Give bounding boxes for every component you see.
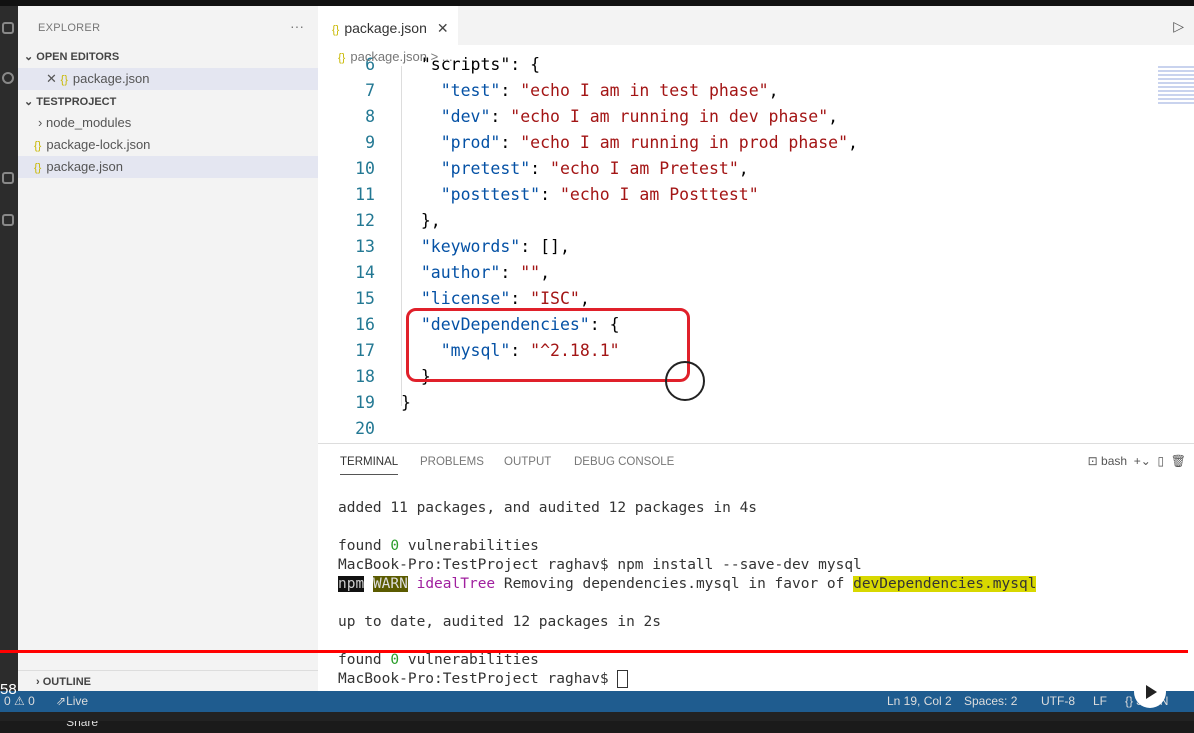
terminal-icon: ⊡ [1087, 454, 1098, 468]
file-item[interactable]: {} package.json [18, 156, 318, 178]
section-label: OPEN EDITORS [36, 51, 120, 63]
extensions-icon[interactable] [2, 214, 14, 226]
close-icon[interactable]: ✕ [437, 20, 449, 36]
file-item[interactable]: {} package-lock.json [18, 134, 318, 156]
add-terminal-icon[interactable]: +⌄ [1134, 454, 1151, 468]
file-label: package.json [46, 159, 123, 174]
cursor-position[interactable]: Ln 19, Col 2 [887, 691, 952, 712]
mouse-cursor-indicator [665, 361, 705, 401]
terminal-line: up to date, audited 12 packages in 2s [338, 614, 662, 630]
outline-section[interactable]: › OUTLINE [18, 670, 318, 692]
terminal-line: npm WARN idealTree Removing dependencies… [338, 576, 1037, 592]
live-share-status[interactable]: ⇗ Live Share [56, 691, 98, 729]
open-editors-section[interactable]: ⌄ OPEN EDITORS [18, 46, 318, 68]
tab-label: package.json [344, 20, 427, 36]
line-number: 15 [355, 289, 375, 308]
line-number: 14 [355, 263, 375, 282]
file-label: node_modules [45, 115, 132, 130]
json-icon: {} [34, 140, 42, 152]
split-icon[interactable]: ▯ [1157, 454, 1164, 468]
project-section[interactable]: ⌄ TESTPROJECT [18, 91, 318, 113]
line-number: 16 [355, 315, 375, 334]
tab-output[interactable]: OUTPUT [504, 456, 551, 468]
code-line: "prod": "echo I am running in prod phase… [401, 133, 858, 152]
code-line: }, [401, 211, 441, 230]
file-label: package-lock.json [46, 137, 151, 152]
line-number: 12 [355, 211, 375, 230]
terminal-prompt[interactable]: MacBook-Pro:TestProject raghav$ [338, 670, 629, 688]
section-label: OUTLINE [42, 676, 92, 688]
indent-guide [401, 66, 402, 406]
line-number: 20 [355, 419, 375, 438]
line-number: 10 [355, 159, 375, 178]
encoding[interactable]: UTF-8 [1041, 691, 1075, 712]
terminal-line: found 0 vulnerabilities [338, 652, 539, 668]
code-line: "author": "", [401, 263, 551, 282]
terminal-line: added 11 packages, and audited 12 packag… [338, 500, 758, 516]
tab-problems[interactable]: PROBLEMS [420, 456, 484, 468]
indentation[interactable]: Spaces: 2 [964, 691, 1017, 712]
video-frame-bottom [0, 712, 1194, 721]
section-label: TESTPROJECT [36, 96, 117, 108]
close-icon[interactable]: ✕ [46, 71, 57, 86]
video-progress-bar[interactable] [0, 650, 1188, 653]
line-number: 18 [355, 367, 375, 386]
files-icon[interactable] [2, 22, 14, 34]
terminal-line: MacBook-Pro:TestProject raghav$ npm inst… [338, 557, 862, 573]
video-timestamp: 58 [0, 681, 17, 698]
line-number: 9 [365, 133, 375, 152]
json-icon: {} [332, 24, 340, 36]
json-icon: {} [60, 74, 68, 86]
tab-bar: {} package.json ✕ ▷ [318, 6, 1194, 45]
tab-package-json[interactable]: {} package.json ✕ [318, 6, 458, 45]
status-bar: 0 ⚠ 0 ⇗ Live Share Ln 19, Col 2 Spaces: … [0, 691, 1194, 729]
activity-bar [0, 6, 18, 691]
shell-selector[interactable]: bash [1101, 454, 1127, 468]
run-icon[interactable]: ▷ [1173, 18, 1184, 35]
tab-terminal[interactable]: TERMINAL [340, 456, 399, 475]
explorer-title: EXPLORER [38, 22, 101, 34]
json-icon: {} [338, 52, 346, 64]
line-ending[interactable]: LF [1093, 691, 1107, 712]
line-number: 19 [355, 393, 375, 412]
folder-item[interactable]: › node_modules [18, 112, 318, 134]
play-icon[interactable] [1134, 676, 1166, 708]
open-editor-item[interactable]: ✕ {} package.json [18, 68, 318, 90]
editor[interactable]: 6 "scripts": {7 "test": "echo I am in te… [318, 6, 1194, 443]
code-line: "keywords": [], [401, 237, 570, 256]
code-line: "dev": "echo I am running in dev phase", [401, 107, 839, 126]
minimap[interactable] [1158, 66, 1194, 106]
explorer-sidebar: EXPLORER ··· ⌄ OPEN EDITORS ✕ {} package.… [18, 6, 318, 691]
bottom-panel: TERMINAL PROBLEMS OUTPUT DEBUG CONSOLE ⊡… [318, 443, 1194, 691]
terminal-controls: ⊡ bash +⌄ ▯ 🗑 [1088, 454, 1186, 468]
line-number: 13 [355, 237, 375, 256]
line-number: 7 [365, 81, 375, 100]
code-line: "license": "ISC", [401, 289, 590, 308]
terminal-line: found 0 vulnerabilities [338, 538, 539, 554]
trash-icon[interactable]: 🗑 [1171, 454, 1186, 468]
code-line: "test": "echo I am in test phase", [401, 81, 779, 100]
code-line: "pretest": "echo I am Pretest", [401, 159, 749, 178]
annotation-highlight-box [406, 308, 690, 382]
json-icon: {} [34, 162, 42, 174]
code-line: } [401, 393, 411, 412]
line-number: 17 [355, 341, 375, 360]
file-label: package.json [72, 71, 150, 86]
breadcrumb-text: package.json > ... [350, 49, 453, 64]
line-number: 11 [355, 185, 375, 204]
search-icon[interactable] [2, 72, 14, 84]
breadcrumb[interactable]: {} package.json > ... [338, 49, 453, 64]
line-number: 8 [365, 107, 375, 126]
more-actions-icon[interactable]: ··· [290, 18, 304, 34]
code-line: "posttest": "echo I am Posttest" [401, 185, 759, 204]
chevron-right-icon: › [38, 115, 43, 130]
tab-debug-console[interactable]: DEBUG CONSOLE [574, 456, 674, 468]
run-debug-icon[interactable] [2, 172, 14, 184]
